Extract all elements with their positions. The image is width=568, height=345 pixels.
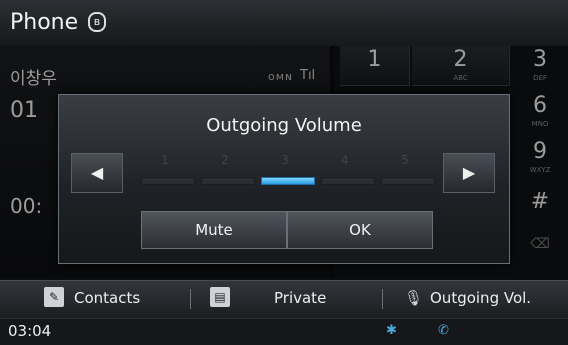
volume-down-button[interactable]: ◀ — [71, 153, 123, 193]
ok-button[interactable]: OK — [287, 211, 433, 249]
volume-segment — [141, 177, 195, 185]
dialog-title: Outgoing Volume — [206, 115, 362, 136]
volume-segment — [321, 177, 375, 185]
volume-level-label: 1 — [161, 153, 169, 167]
bottom-function-bar: ✎ Contacts ▤ Private 🎙 Outgoing Vol. — [0, 280, 568, 319]
volume-segment — [381, 177, 435, 185]
call-status-icon: ✆ — [438, 323, 449, 338]
contacts-button[interactable]: Contacts — [74, 289, 140, 307]
app-title: Phone — [10, 10, 79, 35]
volume-level-label: 5 — [401, 153, 409, 167]
mute-button[interactable]: Mute — [141, 211, 287, 249]
bluetooth-icon: ʙ — [88, 12, 106, 32]
arrow-left-icon: ◀ — [90, 163, 104, 182]
outgoing-vol-button[interactable]: Outgoing Vol. — [430, 289, 531, 307]
volume-level-label: 2 — [221, 153, 229, 167]
volume-up-button[interactable]: ▶ — [443, 153, 495, 193]
volume-segment — [201, 177, 255, 185]
title-bar: Phone ʙ — [0, 0, 568, 46]
volume-level-label: 3 — [281, 153, 289, 167]
private-button[interactable]: Private — [274, 289, 326, 307]
clock: 03:04 — [8, 322, 52, 340]
volume-segment — [261, 177, 315, 185]
outgoing-volume-dialog: Outgoing Volume ◀ 1 2 3 4 5 ▶ Mute OK — [58, 94, 510, 264]
arrow-right-icon: ▶ — [462, 163, 476, 182]
contacts-icon: ✎ — [44, 287, 64, 307]
bluetooth-status-icon: ✱ — [386, 323, 397, 338]
volume-slider[interactable]: 1 2 3 4 5 — [139, 151, 435, 195]
status-bar: 03:04 ✱ ✆ — [0, 318, 568, 345]
volume-level-label: 4 — [341, 153, 349, 167]
divider — [190, 289, 191, 309]
divider — [382, 289, 383, 309]
microphone-icon: 🎙 — [404, 289, 424, 307]
private-icon: ▤ — [210, 287, 230, 307]
